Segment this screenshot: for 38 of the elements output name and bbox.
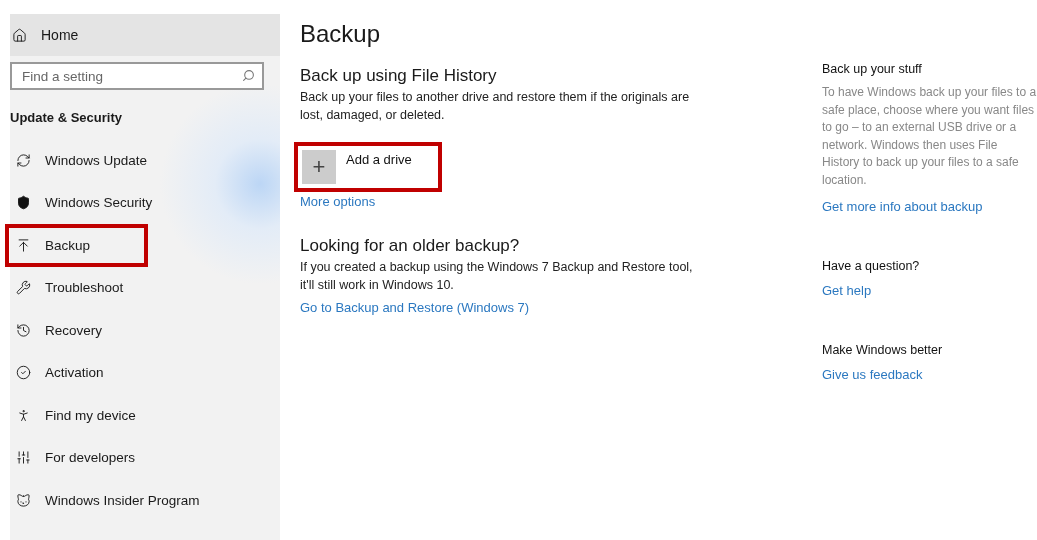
wrench-icon bbox=[16, 280, 31, 296]
person-icon bbox=[16, 407, 31, 423]
aside-link[interactable]: Give us feedback bbox=[822, 367, 923, 382]
description: Back up your files to another drive and restore them if the originals are lost, damaged, or deleted. bbox=[300, 89, 691, 124]
aside-heading: Make Windows better bbox=[822, 343, 944, 357]
nav-item[interactable]: Troubleshoot bbox=[10, 266, 132, 309]
section-heading: Looking for an older backup? bbox=[300, 236, 521, 256]
description: If you created a backup using the Windows 7 Backup and Restore tool, it'll still work in Windows 10. bbox=[300, 259, 694, 294]
nav-item[interactable]: Windows Update bbox=[10, 139, 156, 182]
aside-heading: Have a question? bbox=[822, 259, 921, 273]
sliders-icon bbox=[16, 450, 31, 466]
more-options-link[interactable]: More options bbox=[300, 194, 376, 209]
nav-item[interactable]: Windows Security bbox=[10, 181, 161, 224]
nav-item[interactable]: Windows Insider Program bbox=[10, 479, 208, 522]
nav-item[interactable]: Recovery bbox=[10, 309, 111, 352]
nav-item[interactable]: For developers bbox=[10, 436, 144, 479]
aside-link[interactable]: Get more info about backup bbox=[822, 199, 983, 214]
aside-heading: Back up your stuff bbox=[822, 62, 923, 76]
nav-item[interactable]: Find my device bbox=[10, 394, 144, 437]
aside-text: To have Windows back up your files to a safe place, choose where you want files to go – to an external USB drive or a network. Windows then uses File History to back up your files to a safe location. bbox=[822, 84, 1037, 189]
home-nav-item[interactable]: Home bbox=[10, 14, 280, 56]
history-icon bbox=[16, 322, 31, 338]
search-icon bbox=[242, 69, 255, 82]
shield-icon bbox=[16, 195, 31, 211]
page-title: Backup bbox=[300, 20, 382, 48]
nav-item[interactable]: Activation bbox=[10, 351, 112, 394]
add-drive-button[interactable]: + Add a drive bbox=[294, 142, 442, 192]
check-circle-icon bbox=[16, 365, 31, 381]
aside-link[interactable]: Get help bbox=[822, 283, 872, 298]
cat-icon bbox=[16, 492, 31, 508]
backup-restore-link[interactable]: Go to Backup and Restore (Windows 7) bbox=[300, 300, 530, 315]
search-field[interactable]: Find a setting bbox=[10, 62, 264, 90]
upload-icon bbox=[16, 237, 31, 253]
home-icon bbox=[12, 27, 27, 43]
section-heading: Back up using File History bbox=[300, 66, 498, 86]
nav-item[interactable]: Backup bbox=[5, 224, 149, 267]
refresh-icon bbox=[16, 152, 31, 168]
section-title: Update & Security bbox=[10, 110, 123, 125]
